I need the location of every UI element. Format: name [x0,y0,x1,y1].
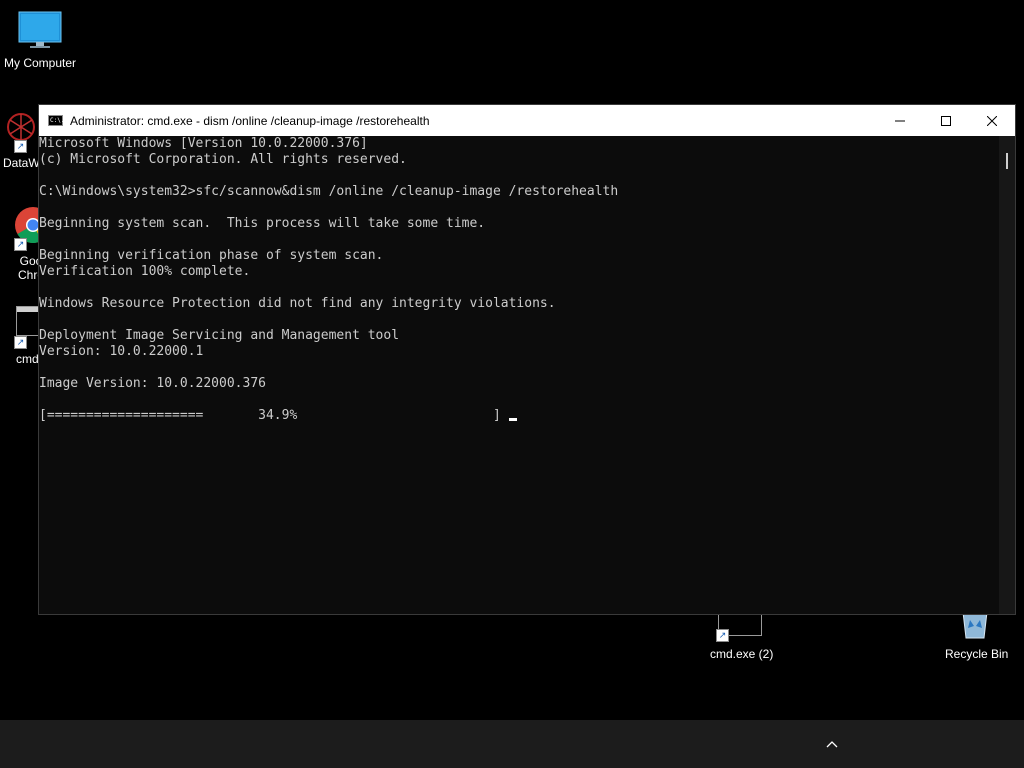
chevron-up-icon [826,741,838,748]
scrollbar-thumb[interactable] [1006,153,1008,169]
close-button[interactable] [969,105,1015,136]
shortcut-arrow-icon: ↗ [14,336,27,349]
desktop-icon-label: DataW [3,156,40,170]
shortcut-arrow-icon: ↗ [14,140,27,153]
console-line: Version: 10.0.22000.1 [39,344,204,359]
desktop-icon-label: cmd [16,352,39,366]
maximize-button[interactable] [923,105,969,136]
desktop-icon-label: My Computer [3,56,77,70]
desktop-icon-cmd[interactable]: ↗ cmd [0,304,46,370]
window-title: Administrator: cmd.exe - dism /online /c… [70,113,430,128]
progress-line: [==================== 34.9% ] [39,408,999,424]
console-line: Beginning system scan. This process will… [39,216,486,231]
dataw-app-icon [7,113,35,141]
maximize-icon [941,115,951,126]
show-hidden-icons-button[interactable] [816,732,848,756]
vertical-scrollbar[interactable] [999,136,1015,614]
console-output[interactable]: Microsoft Windows [Version 10.0.22000.37… [39,136,999,614]
shortcut-arrow-icon: ↗ [716,629,729,642]
shortcut-arrow-icon: ↗ [14,238,27,251]
cmd-window[interactable]: C:\. Administrator: cmd.exe - dism /onli… [38,104,1016,615]
progress-text: [==================== 34.9% ] [39,408,501,423]
desktop-icon-label: Recycle Bin [945,647,1009,661]
window-titlebar[interactable]: C:\. Administrator: cmd.exe - dism /onli… [39,105,1015,136]
desktop-icon-my-computer[interactable]: My Computer [0,10,80,70]
cmd-window-icon[interactable]: C:\. [48,115,64,126]
minimize-button[interactable] [877,105,923,136]
console-line: Microsoft Windows [Version 10.0.22000.37… [39,136,368,151]
console-line: Verification 100% complete. [39,264,251,279]
console-line: Image Version: 10.0.22000.376 [39,376,266,391]
close-icon [987,115,997,126]
desktop-icon-dataw[interactable]: ↗ DataW [0,108,40,170]
console-line: Beginning verification phase of system s… [39,248,384,263]
console-line: C:\Windows\system32>sfc/scannow&dism /on… [39,184,619,199]
text-cursor [508,418,517,421]
desktop-icon-google-chrome[interactable]: ↗ Goo Chro [0,204,52,284]
console-line: (c) Microsoft Corporation. All rights re… [39,152,407,167]
console-line: Windows Resource Protection did not find… [39,296,556,311]
desktop-icon-label: cmd.exe (2) [710,647,774,661]
monitor-icon [18,11,62,48]
taskbar [0,720,1024,768]
minimize-icon [895,120,905,121]
console-line: Deployment Image Servicing and Managemen… [39,328,400,343]
